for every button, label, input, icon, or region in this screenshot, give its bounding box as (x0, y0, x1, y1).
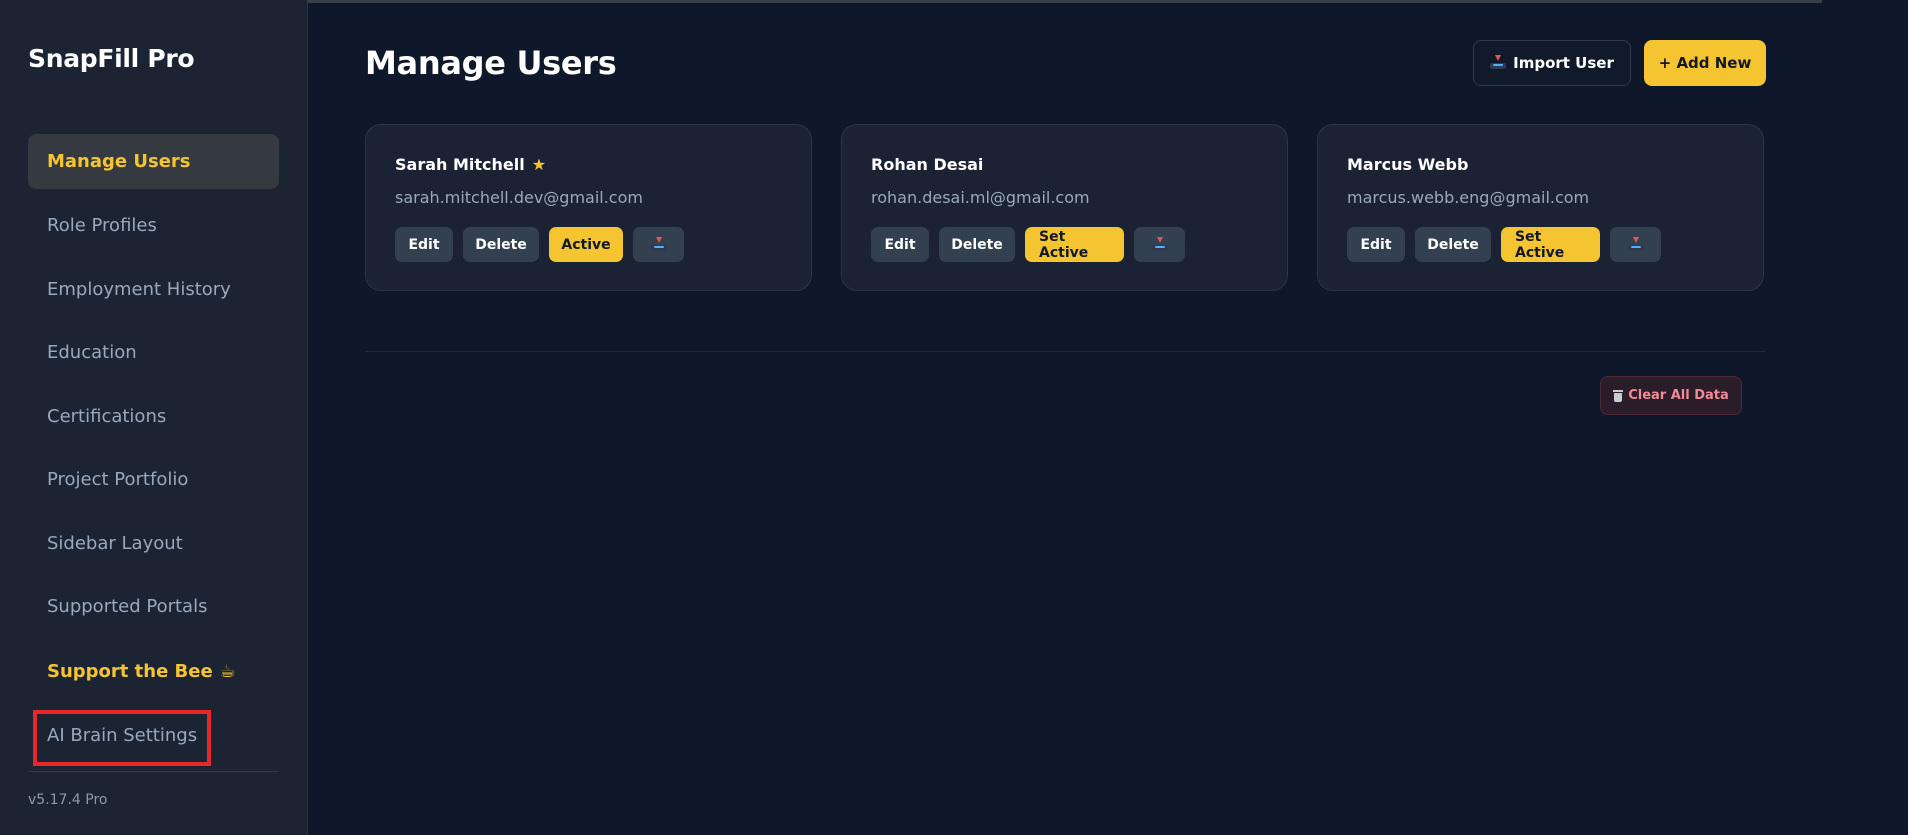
export-tray-icon (650, 236, 667, 251)
edit-button[interactable]: Edit (871, 227, 929, 262)
user-card: Sarah Mitchell ★ sarah.mitchell.dev@gmai… (365, 124, 812, 291)
user-actions: Edit Delete Set Active (871, 227, 1185, 262)
export-user-button[interactable] (633, 227, 684, 262)
export-user-button[interactable] (1610, 227, 1661, 262)
sidebar-divider (28, 771, 279, 772)
set-active-button[interactable]: Set Active (1501, 227, 1600, 262)
sidebar-item-ai-brain-settings[interactable]: AI Brain Settings (28, 708, 279, 763)
sidebar: SnapFill Pro Manage Users Role Profiles … (0, 0, 308, 835)
sidebar-item-label: Supported Portals (47, 596, 208, 617)
sidebar-item-certifications[interactable]: Certifications (28, 389, 279, 444)
user-actions: Edit Delete Set Active (1347, 227, 1661, 262)
sidebar-item-label: Employment History (47, 279, 231, 300)
user-name: Marcus Webb (1347, 155, 1469, 174)
sidebar-item-sidebar-layout[interactable]: Sidebar Layout (28, 516, 279, 571)
trash-icon (1613, 389, 1624, 402)
sidebar-item-education[interactable]: Education (28, 325, 279, 380)
export-tray-icon (1151, 236, 1168, 251)
import-user-label: Import User (1513, 54, 1614, 72)
sidebar-item-label: Project Portfolio (47, 469, 189, 490)
import-user-button[interactable]: Import User (1473, 40, 1631, 86)
user-email: marcus.webb.eng@gmail.com (1347, 188, 1590, 207)
sidebar-item-label: Sidebar Layout (47, 533, 183, 554)
add-new-button[interactable]: + Add New (1644, 40, 1766, 86)
delete-button[interactable]: Delete (1415, 227, 1491, 262)
clear-all-data-button[interactable]: Clear All Data (1600, 376, 1742, 415)
sidebar-item-project-portfolio[interactable]: Project Portfolio (28, 452, 279, 507)
brand-logo-text: SnapFill Pro (28, 44, 195, 73)
export-user-button[interactable] (1134, 227, 1185, 262)
user-actions: Edit Delete Active (395, 227, 684, 262)
delete-button[interactable]: Delete (463, 227, 539, 262)
sidebar-item-manage-users[interactable]: Manage Users (28, 134, 279, 189)
content-divider (365, 351, 1766, 352)
sidebar-item-label: Role Profiles (47, 215, 157, 236)
version-label: v5.17.4 Pro (28, 792, 108, 808)
edit-button[interactable]: Edit (1347, 227, 1405, 262)
sidebar-item-label: Support the Bee (47, 661, 213, 682)
user-name-row: Sarah Mitchell ★ (395, 155, 546, 174)
app-window: SnapFill Pro Manage Users Role Profiles … (0, 0, 1908, 835)
sidebar-item-label: Manage Users (47, 151, 191, 172)
user-card: Marcus Webb marcus.webb.eng@gmail.com Ed… (1317, 124, 1764, 291)
export-tray-icon (1627, 236, 1644, 251)
coffee-icon: ☕ (219, 661, 236, 682)
user-email: rohan.desai.ml@gmail.com (871, 188, 1090, 207)
sidebar-item-label: Certifications (47, 406, 167, 427)
add-new-label: + Add New (1658, 54, 1752, 72)
sidebar-item-supported-portals[interactable]: Supported Portals (28, 579, 279, 634)
import-tray-icon (1490, 55, 1507, 69)
sidebar-item-role-profiles[interactable]: Role Profiles (28, 198, 279, 253)
sidebar-item-label: AI Brain Settings (47, 725, 198, 746)
sidebar-item-employment-history[interactable]: Employment History (28, 262, 279, 317)
delete-button[interactable]: Delete (939, 227, 1015, 262)
sidebar-item-support-the-bee[interactable]: Support the Bee ☕ (28, 644, 279, 699)
star-icon: ★ (531, 155, 547, 174)
user-name-row: Marcus Webb (1347, 155, 1468, 174)
set-active-button[interactable]: Set Active (1025, 227, 1124, 262)
edit-button[interactable]: Edit (395, 227, 453, 262)
user-card: Rohan Desai rohan.desai.ml@gmail.com Edi… (841, 124, 1288, 291)
active-button[interactable]: Active (549, 227, 623, 262)
sidebar-item-label: Education (47, 342, 137, 363)
clear-all-data-label: Clear All Data (1628, 388, 1729, 403)
user-name: Rohan Desai (871, 155, 984, 174)
user-email: sarah.mitchell.dev@gmail.com (395, 188, 643, 207)
user-name: Sarah Mitchell (395, 155, 525, 174)
user-name-row: Rohan Desai (871, 155, 983, 174)
page-title: Manage Users (365, 44, 617, 82)
